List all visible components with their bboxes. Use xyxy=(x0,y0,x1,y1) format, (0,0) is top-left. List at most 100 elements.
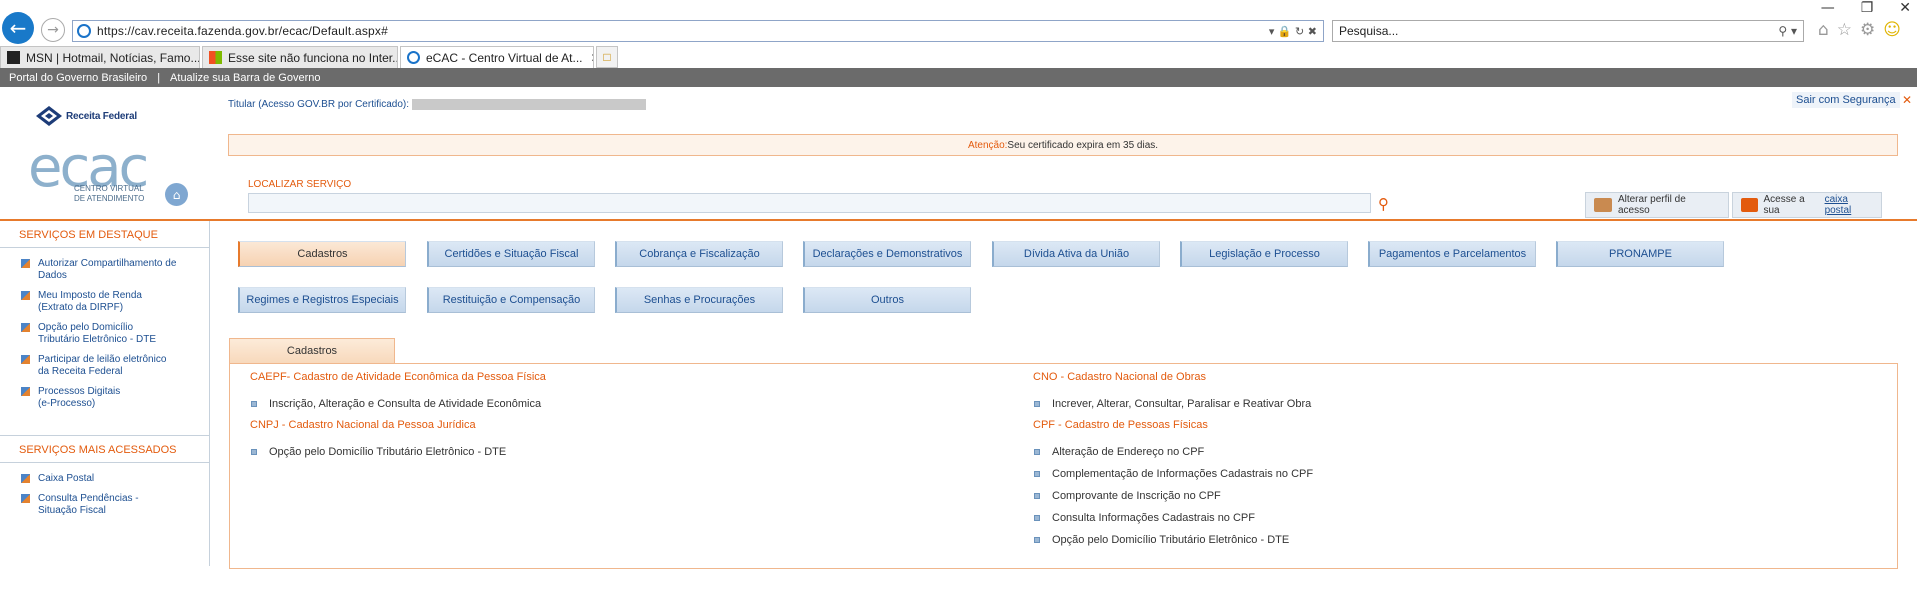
bullet-icon xyxy=(1034,471,1040,477)
sidebar-item-meu-imposto-de-renda[interactable]: Meu Imposto de Renda (Extrato da DIRPF) xyxy=(0,286,209,318)
service-link[interactable]: Comprovante de Inscrição no CPF xyxy=(1033,485,1313,507)
bullet-icon xyxy=(1034,515,1040,521)
search-icon[interactable]: ⚲ xyxy=(1378,195,1389,213)
address-tools-icon[interactable]: ▾ 🔒 ↻ ✖ xyxy=(1269,25,1323,38)
close-icon[interactable]: ✕ xyxy=(1902,93,1915,107)
category-legislacao[interactable]: Legislação e Processo xyxy=(1180,241,1348,267)
bullet-icon xyxy=(251,449,257,455)
msn-favicon-icon xyxy=(7,51,20,64)
bullet-icon xyxy=(21,387,30,396)
group-title-caepf[interactable]: CAEPF- Cadastro de Atividade Econômica d… xyxy=(250,371,546,387)
service-link[interactable]: Complementação de Informações Cadastrais… xyxy=(1033,463,1313,485)
servicos-mais-acessados-title: SERVIÇOS MAIS ACESSADOS xyxy=(19,444,177,456)
service-link[interactable]: Opção pelo Domicílio Tributário Eletrôni… xyxy=(250,441,546,463)
category-senhas[interactable]: Senhas e Procurações xyxy=(615,287,783,313)
ecac-logo[interactable]: ecac CENTRO VIRTUAL DE ATENDIMENTO xyxy=(28,140,149,206)
localizar-servico-label: LOCALIZAR SERVIÇO xyxy=(248,179,352,190)
window-controls: — ❐ ✕ xyxy=(1821,0,1911,16)
bullet-icon xyxy=(21,259,30,268)
bullet-icon xyxy=(21,494,30,503)
sidebar-item-leilao-eletronico[interactable]: Participar de leilão eletrônico da Recei… xyxy=(0,350,209,382)
search-icon[interactable]: ⚲ ▾ xyxy=(1778,24,1803,38)
forward-arrow-icon[interactable]: → xyxy=(41,18,65,42)
service-link[interactable]: Opção pelo Domicílio Tributário Eletrôni… xyxy=(1033,529,1313,551)
portal-governo-link[interactable]: Portal do Governo Brasileiro xyxy=(9,72,147,84)
category-outros[interactable]: Outros xyxy=(803,287,971,313)
category-cobranca[interactable]: Cobrança e Fiscalização xyxy=(615,241,783,267)
browser-tabs: MSN | Hotmail, Notícias, Famo... Esse si… xyxy=(0,46,618,70)
url-text: https://cav.receita.fazenda.gov.br/ecac/… xyxy=(97,24,388,38)
service-link[interactable]: Alteração de Endereço no CPF xyxy=(1033,441,1313,463)
category-regimes[interactable]: Regimes e Registros Especiais xyxy=(238,287,406,313)
category-certidoes[interactable]: Certidões e Situação Fiscal xyxy=(427,241,595,267)
alterar-perfil-button[interactable]: Alterar perfil de acesso xyxy=(1585,192,1729,218)
receita-federal-logo[interactable]: Receita Federal xyxy=(36,106,137,126)
category-declaracoes[interactable]: Declarações e Demonstrativos xyxy=(803,241,971,267)
close-window-icon[interactable]: ✕ xyxy=(1899,0,1911,16)
microsoft-favicon-icon xyxy=(209,51,222,64)
sidebar-item-caixa-postal[interactable]: Caixa Postal xyxy=(0,469,209,489)
services-column-right: CNO - Cadastro Nacional de Obras Increve… xyxy=(1033,371,1313,551)
settings-gear-icon[interactable]: ⚙ xyxy=(1860,20,1875,40)
service-link[interactable]: Increver, Alterar, Consultar, Paralisar … xyxy=(1033,393,1313,415)
home-icon[interactable]: ⌂ xyxy=(165,183,188,206)
tab-msn[interactable]: MSN | Hotmail, Notícias, Famo... xyxy=(0,46,200,68)
localizar-servico-input[interactable] xyxy=(248,193,1371,213)
bullet-icon xyxy=(1034,493,1040,499)
group-title-cnpj[interactable]: CNPJ - Cadastro Nacional da Pessoa Juríd… xyxy=(250,419,546,435)
bullet-icon xyxy=(1034,537,1040,543)
bullet-icon xyxy=(21,474,30,483)
category-restituicao[interactable]: Restituição e Compensação xyxy=(427,287,595,313)
group-title-cno[interactable]: CNO - Cadastro Nacional de Obras xyxy=(1033,371,1313,387)
tab-ecac[interactable]: eCAC - Centro Virtual de At... ✕ xyxy=(400,46,594,68)
service-link[interactable]: Inscrição, Alteração e Consulta de Ativi… xyxy=(250,393,546,415)
bullet-icon xyxy=(251,401,257,407)
sidebar-item-autorizar-compartilhamento[interactable]: Autorizar Compartilhamento de Dados xyxy=(0,254,209,286)
servicos-destaque-title: SERVIÇOS EM DESTAQUE xyxy=(19,229,158,241)
category-pronampe[interactable]: PRONAMPE xyxy=(1556,241,1724,267)
receita-federal-emblem-icon xyxy=(36,106,62,126)
sidebar-item-consulta-pendencias[interactable]: Consulta Pendências - Situação Fiscal xyxy=(0,489,209,521)
ie-favicon-icon xyxy=(407,51,420,64)
bullet-icon xyxy=(21,323,30,332)
home-icon[interactable]: ⌂ xyxy=(1818,20,1829,40)
services-column-left: CAEPF- Cadastro de Atividade Econômica d… xyxy=(250,371,546,463)
ie-favicon-icon xyxy=(77,24,91,38)
gov-bar: Portal do Governo Brasileiro | Atualize … xyxy=(0,68,1917,87)
address-bar[interactable]: https://cav.receita.fazenda.gov.br/ecac/… xyxy=(72,20,1324,42)
sidebar-item-processos-digitais[interactable]: Processos Digitais (e-Processo) xyxy=(0,382,209,414)
main-content: Cadastros Certidões e Situação Fiscal Co… xyxy=(220,221,1917,569)
sidebar-item-opcao-dte[interactable]: Opção pelo Domicílio Tributário Eletrôni… xyxy=(0,318,209,350)
bullet-icon xyxy=(1034,401,1040,407)
new-tab-icon[interactable]: □ xyxy=(596,46,618,68)
group-title-cpf[interactable]: CPF - Cadastro de Pessoas Físicas xyxy=(1033,419,1313,435)
bullet-icon xyxy=(21,355,30,364)
feedback-smiley-icon[interactable]: ☺ xyxy=(1883,20,1901,40)
bullet-icon xyxy=(21,291,30,300)
users-icon xyxy=(1594,198,1612,212)
atualize-barra-link[interactable]: Atualize sua Barra de Governo xyxy=(170,72,320,84)
category-cadastros[interactable]: Cadastros xyxy=(238,241,406,267)
section-panel-cadastros: CAEPF- Cadastro de Atividade Econômica d… xyxy=(229,363,1898,569)
minimize-icon[interactable]: — xyxy=(1821,0,1835,16)
browser-search-input[interactable]: Pesquisa... ⚲ ▾ xyxy=(1332,20,1804,42)
bullet-icon xyxy=(1034,449,1040,455)
titular-name-redacted xyxy=(412,99,646,110)
sidebar: SERVIÇOS EM DESTAQUE Autorizar Compartil… xyxy=(0,221,210,566)
tab-site-nao-funciona[interactable]: Esse site não funciona no Inter... xyxy=(202,46,398,68)
titular-info: Titular (Acesso GOV.BR por Certificado): xyxy=(228,99,646,110)
gov-bar-separator: | xyxy=(157,71,161,84)
category-divida-ativa[interactable]: Dívida Ativa da União xyxy=(992,241,1160,267)
sair-com-seguranca-link[interactable]: Sair com Segurança xyxy=(1792,92,1900,108)
service-link[interactable]: Consulta Informações Cadastrais no CPF xyxy=(1033,507,1313,529)
restore-icon[interactable]: ❐ xyxy=(1861,0,1874,16)
favorites-star-icon[interactable]: ☆ xyxy=(1837,20,1852,40)
caixa-postal-button[interactable]: Acesse a sua caixa postal xyxy=(1732,192,1882,218)
category-pagamentos[interactable]: Pagamentos e Parcelamentos xyxy=(1368,241,1536,267)
close-tab-icon[interactable]: ✕ xyxy=(591,51,593,65)
certificate-alert: Atenção: Seu certificado expira em 35 di… xyxy=(228,134,1898,156)
envelope-icon xyxy=(1741,198,1758,212)
back-arrow-icon[interactable]: ← xyxy=(2,12,34,44)
section-tab-cadastros[interactable]: Cadastros xyxy=(229,338,395,363)
browser-tool-icons: ⌂ ☆ ⚙ ☺ xyxy=(1818,20,1901,40)
